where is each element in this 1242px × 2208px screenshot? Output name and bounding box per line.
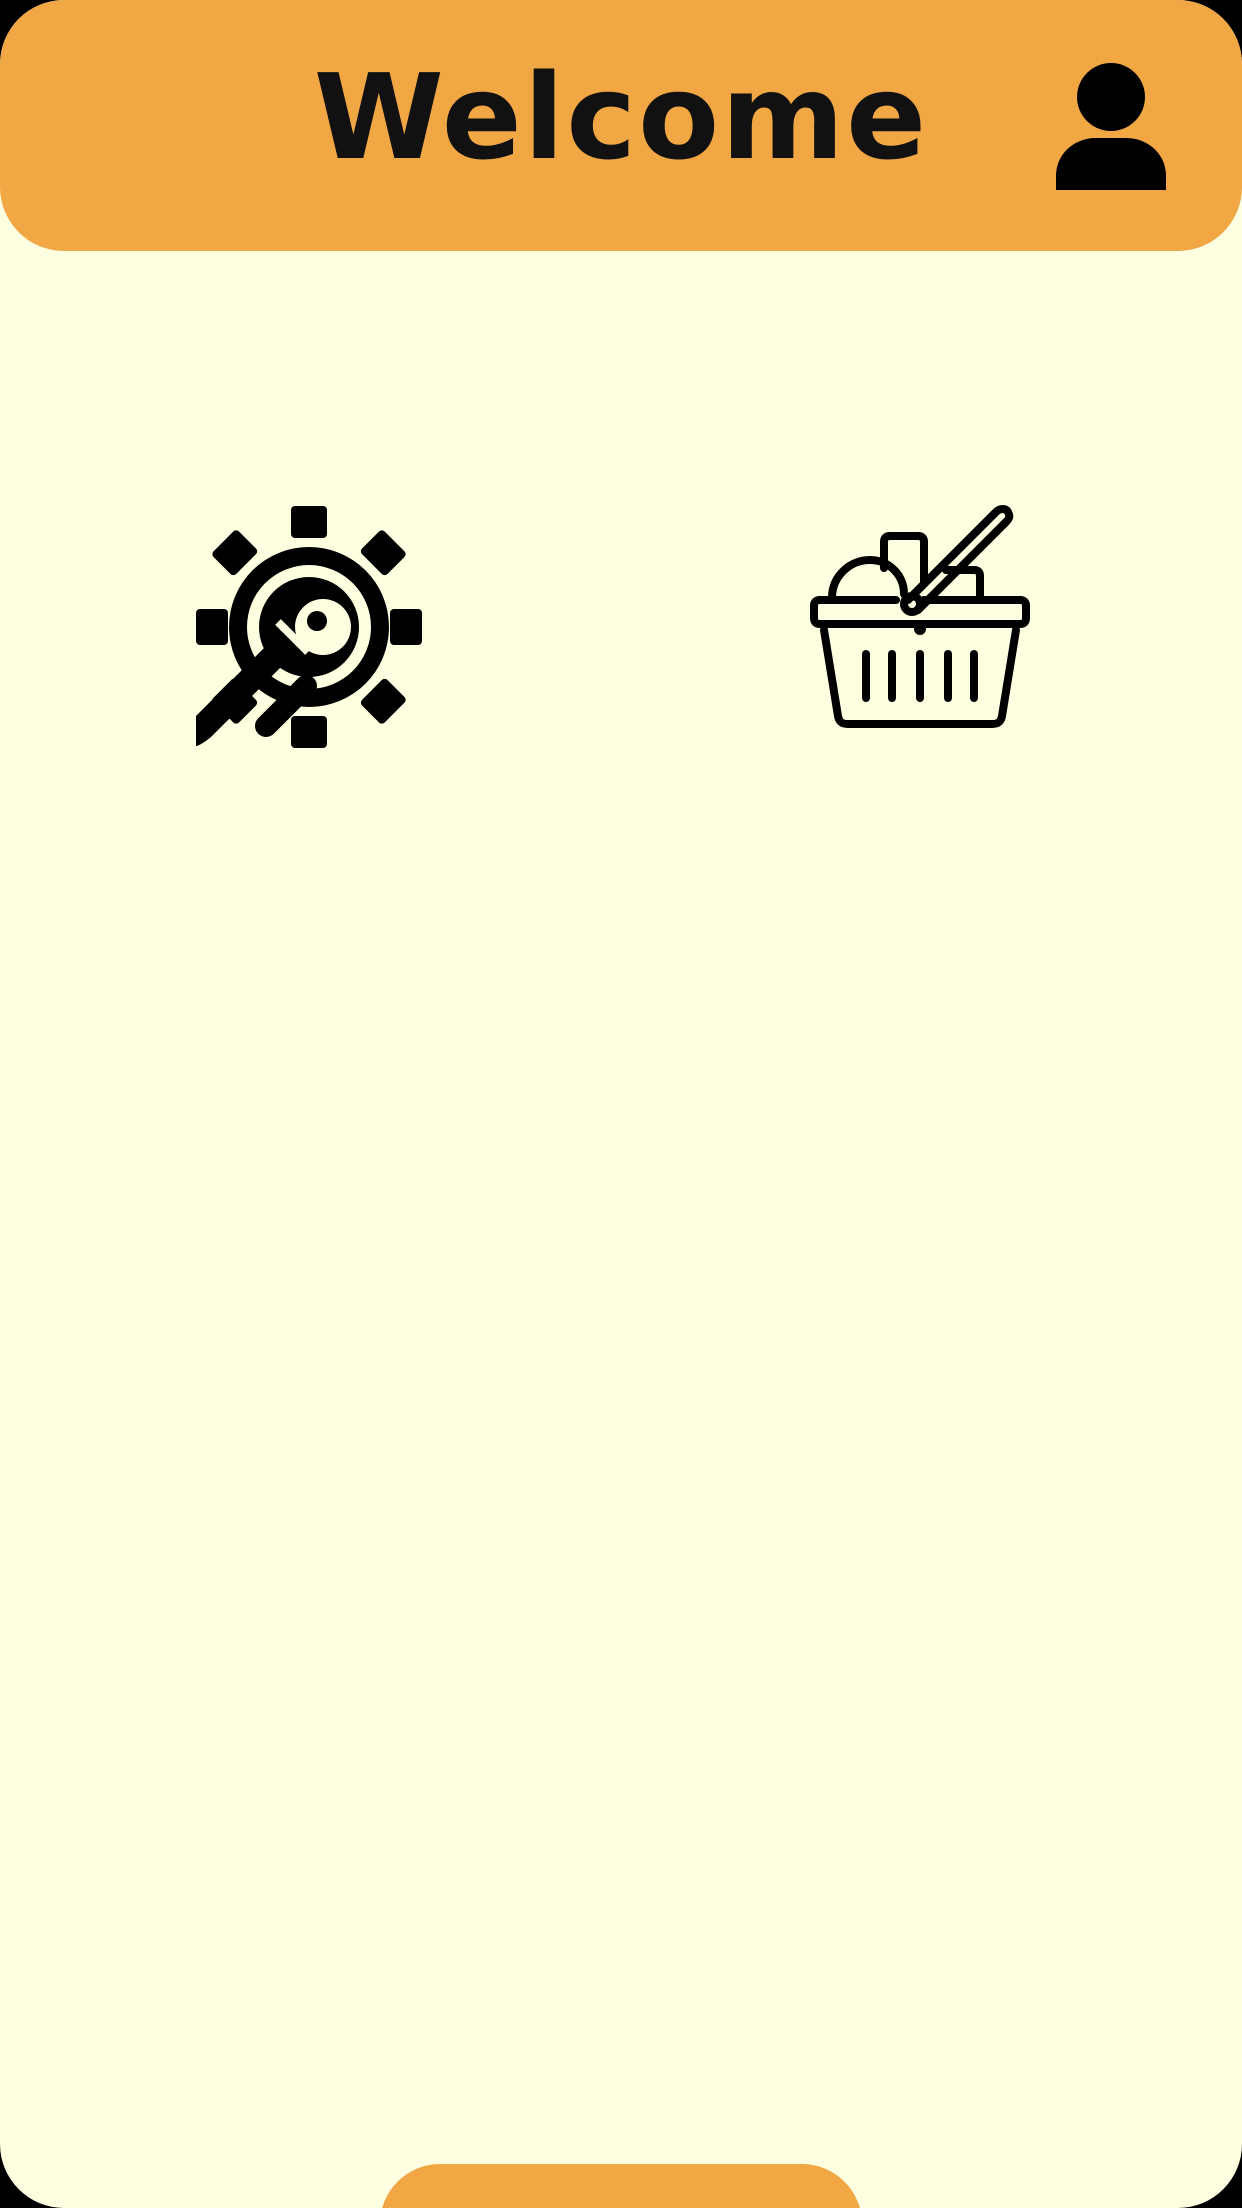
header-bar: Welcome (0, 0, 1242, 251)
settings-tile[interactable] (193, 506, 422, 748)
bottom-tab-handle[interactable] (380, 2164, 862, 2208)
app-screen: Welcome (0, 0, 1242, 2208)
user-icon (1056, 63, 1166, 190)
shop-tile[interactable] (806, 504, 1034, 734)
shopping-basket-icon (810, 505, 1030, 728)
profile-button[interactable] (1052, 60, 1170, 194)
settings-wrench-gear-icon (193, 506, 422, 748)
